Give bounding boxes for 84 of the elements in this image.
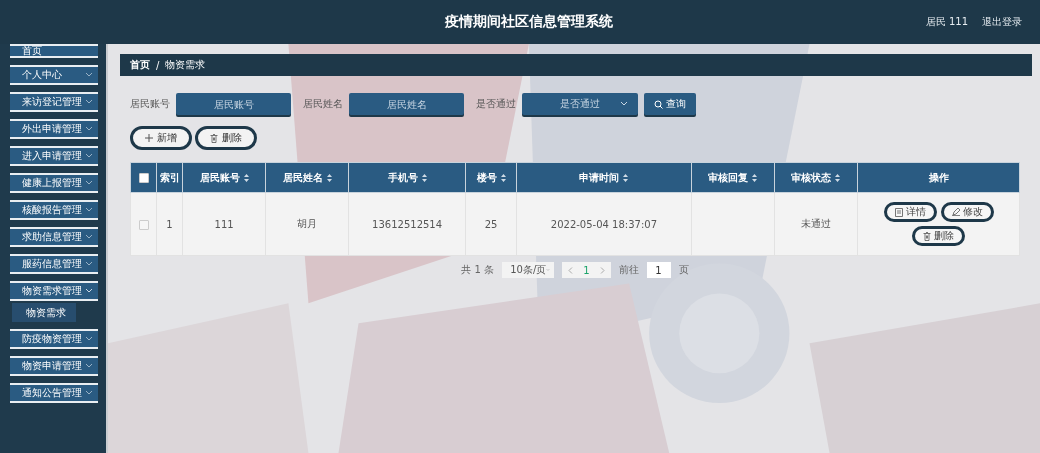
chevron-right-icon[interactable]: [599, 266, 605, 274]
chevron-down-icon: [85, 390, 93, 396]
checkbox[interactable]: [138, 219, 149, 230]
chevron-left-icon[interactable]: [568, 266, 574, 274]
column-header[interactable]: 审核回复: [691, 162, 775, 193]
chevron-down-icon: [85, 288, 93, 294]
sidebar-item[interactable]: 核酸报告管理: [10, 200, 98, 220]
sidebar-item[interactable]: 服药信息管理: [10, 254, 98, 274]
sidebar-item[interactable]: 外出申请管理: [10, 119, 98, 139]
sort-icon: [500, 173, 506, 182]
trash-icon: [923, 231, 931, 241]
sort-icon: [326, 173, 332, 182]
column-header[interactable]: 手机号: [348, 162, 466, 193]
trash-icon: [210, 133, 218, 143]
breadcrumb-link[interactable]: 首页: [130, 58, 150, 72]
user-name: 居民 111: [925, 15, 968, 29]
chevron-down-icon: [85, 207, 93, 213]
page-input[interactable]: 1: [646, 262, 671, 278]
column-header: 索引: [156, 162, 183, 193]
app-title: 疫情期间社区信息管理系统: [445, 13, 614, 31]
chevron-down-icon: [85, 261, 93, 267]
delete-button[interactable]: 删除: [912, 226, 965, 246]
table-cell: 25: [484, 218, 498, 230]
sidebar-item[interactable]: 求助信息管理: [10, 227, 98, 247]
document-icon: [894, 207, 903, 217]
input-field[interactable]: 居民账号: [176, 93, 291, 115]
sort-icon: [243, 173, 249, 182]
checkbox[interactable]: [138, 173, 149, 183]
add-button[interactable]: 新增: [130, 126, 192, 150]
table-cell: 111: [214, 218, 234, 230]
delete-button[interactable]: 删除: [195, 126, 257, 150]
table-cell: 13612512514: [372, 218, 443, 230]
table-cell: 胡月: [297, 218, 318, 229]
sidebar-subitem[interactable]: 物资需求: [12, 303, 76, 322]
status-select[interactable]: 是否通过: [522, 93, 638, 115]
chevron-down-icon: [85, 99, 93, 105]
total-count: 共 1 条: [461, 263, 495, 277]
sidebar-item[interactable]: 通知公告管理: [10, 383, 98, 403]
sidebar-item[interactable]: 物资需求管理: [10, 281, 98, 301]
plus-icon: [145, 134, 153, 142]
filter-label: 是否通过: [476, 97, 516, 111]
column-header: 操作: [857, 162, 1020, 193]
breadcrumb-separator: /: [156, 59, 160, 71]
sidebar-item[interactable]: 进入申请管理: [10, 146, 98, 166]
column-header[interactable]: 楼号: [465, 162, 517, 193]
search-button[interactable]: 查询: [644, 93, 696, 115]
sidebar-item[interactable]: 个人中心: [10, 65, 98, 85]
chevron-down-icon: [546, 267, 551, 273]
sidebar-item[interactable]: 物资申请管理: [10, 356, 98, 376]
column-header[interactable]: 居民姓名: [265, 162, 349, 193]
search-icon: [654, 99, 663, 109]
chevron-down-icon: [85, 72, 93, 78]
sort-icon: [421, 173, 427, 182]
chevron-down-icon: [85, 234, 93, 240]
page-unit: 页: [678, 263, 689, 277]
chevron-down-icon: [620, 101, 628, 107]
table-cell: 未通过: [800, 218, 831, 229]
sort-icon: [835, 173, 841, 182]
column-header[interactable]: 审核状态: [774, 162, 858, 193]
sidebar-item[interactable]: 来访登记管理: [10, 92, 98, 112]
sidebar-item[interactable]: 首页: [10, 44, 98, 58]
filter-label: 居民账号: [130, 97, 170, 111]
page-size-select[interactable]: 10条/页: [502, 262, 555, 278]
goto-label: 前往: [618, 263, 639, 277]
column-header[interactable]: 申请时间: [516, 162, 692, 193]
breadcrumb-current: 物资需求: [165, 58, 206, 72]
table-cell: 1: [166, 218, 173, 230]
chevron-down-icon: [85, 336, 93, 342]
sidebar-item[interactable]: 健康上报管理: [10, 173, 98, 193]
sort-icon: [752, 173, 758, 182]
input-field[interactable]: 居民姓名: [349, 93, 464, 115]
table-cell: 2022-05-04 18:37:07: [550, 218, 657, 230]
logout-link[interactable]: 退出登录: [982, 15, 1022, 29]
chevron-down-icon: [85, 180, 93, 186]
chevron-down-icon: [85, 126, 93, 132]
chevron-down-icon: [85, 153, 93, 159]
filter-label: 居民姓名: [303, 97, 343, 111]
column-header[interactable]: 居民账号: [182, 162, 266, 193]
pencil-icon: [951, 208, 960, 216]
edit-button[interactable]: 修改: [940, 202, 994, 222]
sort-icon: [623, 173, 629, 182]
chevron-down-icon: [85, 363, 93, 369]
detail-button[interactable]: 详情: [883, 202, 937, 222]
sidebar-item[interactable]: 防疫物资管理: [10, 329, 98, 349]
